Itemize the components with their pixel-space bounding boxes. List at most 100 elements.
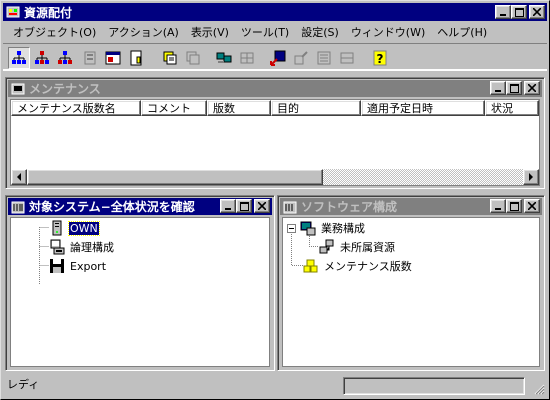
menu-settings[interactable]: 設定(S)	[295, 24, 345, 40]
minimize-icon	[500, 14, 506, 16]
maintenance-list[interactable]: メンテナンス版数名 コメント 版数 目的 適用予定日時 状況	[10, 99, 540, 186]
tree-red-button[interactable]	[31, 47, 53, 69]
minimize-button[interactable]	[495, 5, 511, 19]
target-minimize-button[interactable]	[220, 199, 236, 213]
menu-object[interactable]: オブジェクト(O)	[7, 24, 102, 40]
software-close-button[interactable]	[524, 199, 540, 213]
maintenance-titlebar[interactable]: メンテナンス	[8, 80, 542, 97]
copy-disabled-button[interactable]	[182, 47, 204, 69]
import-disabled-icon	[294, 51, 308, 65]
window-titlebar[interactable]: 資源配付	[3, 3, 547, 21]
menu-window[interactable]: ウィンドウ(W)	[345, 24, 431, 40]
target-close-button[interactable]	[254, 199, 270, 213]
close-icon	[533, 8, 541, 16]
network-resource-icon	[319, 239, 334, 254]
maintenance-minimize-button[interactable]	[490, 81, 506, 95]
status-panel	[343, 377, 525, 395]
tree-view-icon	[12, 51, 26, 64]
copy-disabled-icon	[186, 51, 200, 65]
maintenance-title: メンテナンス	[29, 82, 101, 96]
window-icon	[105, 51, 121, 65]
minimize-icon	[225, 208, 231, 210]
window-button[interactable]	[102, 47, 124, 69]
document-button[interactable]	[125, 47, 147, 69]
maximize-icon	[514, 7, 524, 17]
help-icon: ?	[373, 50, 387, 66]
maintenance-window-icon	[11, 83, 25, 94]
main-window: 資源配付 オブジェクト(O) アクション(A) 表示(V) ツール(T) 設定(…	[0, 0, 550, 400]
maximize-icon	[509, 83, 519, 93]
grid-disabled-button[interactable]	[336, 47, 358, 69]
menu-view[interactable]: 表示(V)	[185, 24, 235, 40]
building-icon	[11, 201, 25, 213]
column-header-schedule[interactable]: 適用予定日時	[361, 100, 485, 116]
svg-text:?: ?	[377, 52, 384, 66]
column-header-version[interactable]: 版数	[207, 100, 271, 116]
copy-icon	[163, 51, 177, 65]
arrow-left-icon	[17, 173, 21, 181]
scroll-left-button[interactable]	[11, 169, 27, 185]
properties-button[interactable]	[79, 47, 101, 69]
column-header-purpose[interactable]: 目的	[271, 100, 361, 116]
maintenance-panel: メンテナンス メンテナンス版数名 コメント 版数 目的 適用予定日時 状況	[5, 77, 545, 189]
collapse-icon[interactable]	[287, 223, 296, 233]
maintenance-hscrollbar[interactable]	[11, 169, 539, 185]
column-header-name[interactable]: メンテナンス版数名	[11, 100, 141, 116]
software-minimize-button[interactable]	[490, 199, 506, 213]
network-disabled-icon	[240, 52, 254, 64]
menu-action[interactable]: アクション(A)	[102, 24, 185, 40]
maximize-button[interactable]	[511, 5, 527, 19]
package-icon	[303, 259, 318, 273]
maintenance-maximize-button[interactable]	[506, 81, 522, 95]
tree-item-unassigned[interactable]: 未所属資源	[319, 238, 396, 256]
target-system-tree[interactable]: OWN 論理構成 Export	[10, 217, 270, 367]
software-maximize-button[interactable]	[506, 199, 522, 213]
computers-button[interactable]	[213, 47, 235, 69]
document-icon	[130, 50, 142, 66]
tree-item-maintenance-version[interactable]: メンテナンス版数	[303, 257, 413, 275]
close-button[interactable]	[529, 5, 545, 19]
copy-button[interactable]	[159, 47, 181, 69]
export-button[interactable]	[267, 47, 289, 69]
business-config-icon	[300, 221, 316, 236]
close-icon	[258, 202, 266, 210]
scroll-thumb[interactable]	[27, 169, 323, 185]
close-icon	[528, 84, 536, 92]
import-disabled-button[interactable]	[290, 47, 312, 69]
column-header-status[interactable]: 状況	[485, 100, 539, 116]
list-disabled-icon	[317, 51, 331, 65]
computers-icon	[216, 52, 232, 63]
tree-item-business-config[interactable]: 業務構成	[287, 219, 366, 237]
resize-grip-icon[interactable]	[533, 383, 545, 395]
tree-item-export-label: Export	[70, 259, 107, 273]
menu-tools[interactable]: ツール(T)	[235, 24, 295, 40]
help-button[interactable]: ?	[369, 47, 391, 69]
tree-view-button[interactable]	[8, 47, 30, 69]
maximize-icon	[509, 201, 519, 211]
app-icon	[6, 6, 20, 18]
menu-help[interactable]: ヘルプ(H)	[431, 24, 493, 40]
grid-disabled-icon	[340, 52, 354, 64]
target-maximize-button[interactable]	[236, 199, 252, 213]
maximize-icon	[239, 201, 249, 211]
window-title: 資源配付	[24, 5, 73, 20]
target-system-titlebar[interactable]: 対象システム−全体状況を確認	[8, 198, 272, 215]
software-config-titlebar[interactable]: ソフトウェア構成	[280, 198, 542, 215]
network-disabled-button[interactable]	[236, 47, 258, 69]
column-header-comment[interactable]: コメント	[141, 100, 207, 116]
tree-item-export[interactable]: Export	[49, 257, 107, 275]
tree-item-own[interactable]: OWN	[49, 219, 100, 237]
menu-bar: オブジェクト(O) アクション(A) 表示(V) ツール(T) 設定(S) ウィ…	[3, 22, 547, 41]
software-config-tree[interactable]: 業務構成 未所属資源 メンテナンス版数	[282, 217, 540, 367]
properties-icon	[84, 51, 96, 65]
minimize-icon	[495, 90, 501, 92]
tree-item-logical-label: 論理構成	[70, 241, 114, 254]
list-disabled-button[interactable]	[313, 47, 335, 69]
tree-red-icon	[35, 51, 49, 64]
scroll-right-button[interactable]	[523, 169, 539, 185]
tree-item-logical[interactable]: 論理構成	[49, 238, 115, 256]
maintenance-close-button[interactable]	[524, 81, 540, 95]
target-system-title: 対象システム−全体状況を確認	[29, 200, 195, 214]
tree-blue-button[interactable]	[54, 47, 76, 69]
server-icon	[52, 220, 62, 236]
